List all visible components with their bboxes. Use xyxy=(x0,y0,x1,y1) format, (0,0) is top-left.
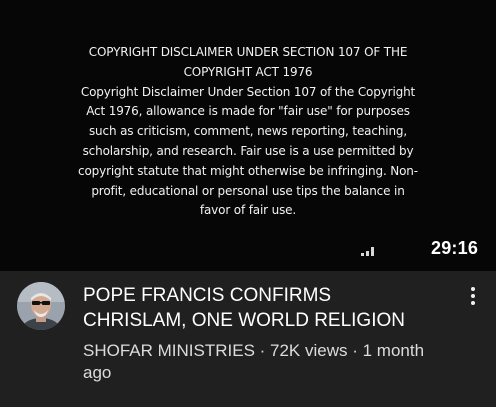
video-card: COPYRIGHT DISCLAIMER UNDER SECTION 107 O… xyxy=(0,0,496,407)
disclaimer-line: Act 1976, allowance is made for "fair us… xyxy=(86,104,410,119)
video-metadata-line: ago xyxy=(83,363,112,382)
disclaimer-line: profit, educational or personal use tips… xyxy=(91,183,405,198)
disclaimer-line: Copyright Disclaimer Under Section 107 o… xyxy=(80,84,416,99)
video-metadata: SHOFAR MINISTRIES · 72K views · 1 month … xyxy=(83,340,455,384)
video-title-line: POPE FRANCIS CONFIRMS xyxy=(83,285,332,306)
disclaimer-line: such as criticism, comment, news reporti… xyxy=(88,124,408,139)
disclaimer-line: COPYRIGHT ACT 1976 xyxy=(183,64,313,79)
disclaimer-line: copyright statute that might otherwise b… xyxy=(78,163,418,178)
video-details: POPE FRANCIS CONFIRMS CHRISLAM, ONE WORL… xyxy=(0,271,496,407)
channel-avatar[interactable] xyxy=(17,282,65,330)
video-duration: 29:16 xyxy=(431,238,479,258)
video-thumbnail[interactable]: COPYRIGHT DISCLAIMER UNDER SECTION 107 O… xyxy=(0,0,496,271)
video-metadata-line: SHOFAR MINISTRIES · 72K views · 1 month xyxy=(83,341,425,360)
copyright-disclaimer: COPYRIGHT DISCLAIMER UNDER SECTION 107 O… xyxy=(16,43,480,221)
avatar-portrait-icon xyxy=(17,282,65,330)
more-vert-icon[interactable] xyxy=(463,283,483,309)
video-title-line: CHRISLAM, ONE WORLD RELIGION xyxy=(83,310,405,331)
disclaimer-line: COPYRIGHT DISCLAIMER UNDER SECTION 107 O… xyxy=(88,45,408,59)
video-title[interactable]: POPE FRANCIS CONFIRMS CHRISLAM, ONE WORL… xyxy=(83,283,455,333)
disclaimer-line: scholarship, and research. Fair use is a… xyxy=(82,143,414,158)
signal-bars-icon xyxy=(361,247,374,256)
disclaimer-line: favor of fair use. xyxy=(199,203,297,218)
